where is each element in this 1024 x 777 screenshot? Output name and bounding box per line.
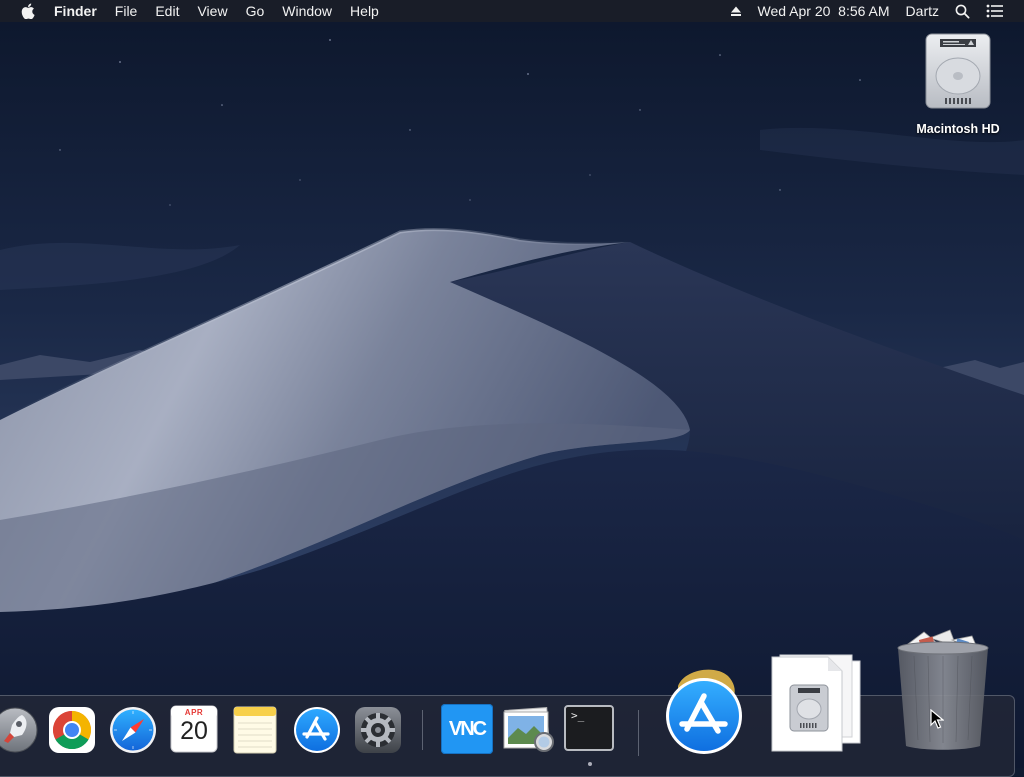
- rocket-icon: [0, 707, 38, 753]
- vnc-glyph: VNC: [448, 717, 487, 740]
- terminal-prompt: >_: [571, 709, 585, 722]
- menu-file[interactable]: File: [106, 0, 147, 22]
- chrome-icon: [49, 707, 95, 753]
- menu-help[interactable]: Help: [341, 0, 388, 22]
- gear-icon: [355, 707, 401, 753]
- desktop-icon-label: Macintosh HD: [916, 122, 1000, 136]
- desktop-wallpaper: [0, 0, 1024, 768]
- dock-item-vnc-viewer[interactable]: VNC: [441, 704, 493, 754]
- hard-drive-icon: [918, 30, 998, 114]
- search-icon[interactable]: [947, 4, 978, 19]
- apple-logo-icon[interactable]: [18, 0, 38, 22]
- app-store-icon: [666, 669, 742, 754]
- menu-edit[interactable]: Edit: [146, 0, 188, 22]
- desktop-icon-macintosh-hd[interactable]: Macintosh HD: [906, 30, 1010, 136]
- dock-item-notes[interactable]: [232, 705, 278, 755]
- dock-item-disk-image[interactable]: [768, 651, 862, 753]
- compass-icon: [110, 707, 156, 753]
- menu-go[interactable]: Go: [237, 0, 274, 22]
- vnc-icon: VNC: [441, 704, 493, 754]
- menu-bar: Finder File Edit View Go Window Help Wed…: [0, 0, 1024, 22]
- dock-item-terminal[interactable]: >_: [564, 705, 614, 751]
- eject-icon[interactable]: [722, 5, 750, 17]
- dock-item-launchpad[interactable]: [0, 705, 38, 755]
- dock-item-calendar[interactable]: APR 20: [170, 705, 218, 753]
- dock-separator: [422, 710, 423, 750]
- menu-app-name[interactable]: Finder: [54, 0, 106, 22]
- mouse-cursor-icon: [930, 708, 945, 734]
- dock-item-safari[interactable]: [108, 705, 158, 755]
- calendar-day: 20: [180, 717, 208, 745]
- calendar-month: APR: [184, 708, 204, 717]
- clock[interactable]: Wed Apr 20 8:56 AM: [750, 0, 898, 22]
- user-name[interactable]: Dartz: [898, 0, 947, 22]
- calendar-icon: APR 20: [170, 705, 218, 753]
- notification-center-icon[interactable]: [978, 4, 1012, 18]
- terminal-icon: >_: [564, 705, 614, 751]
- preview-icon: [503, 707, 554, 752]
- dock-item-preview[interactable]: [502, 704, 556, 756]
- dock-item-chrome[interactable]: [47, 705, 97, 755]
- dock-item-system-preferences[interactable]: [353, 705, 403, 755]
- dock-item-app-store[interactable]: [292, 705, 342, 755]
- dock-item-app-store-download[interactable]: [664, 664, 744, 756]
- menu-window[interactable]: Window: [273, 0, 341, 22]
- dock-separator: [638, 710, 639, 756]
- notes-icon: [233, 706, 277, 754]
- hard-drive-icon: [771, 654, 861, 752]
- running-indicator: [588, 762, 592, 766]
- menu-view[interactable]: View: [188, 0, 236, 22]
- mojave-dunes-illustration: [0, 0, 1024, 768]
- app-store-icon: [294, 707, 340, 753]
